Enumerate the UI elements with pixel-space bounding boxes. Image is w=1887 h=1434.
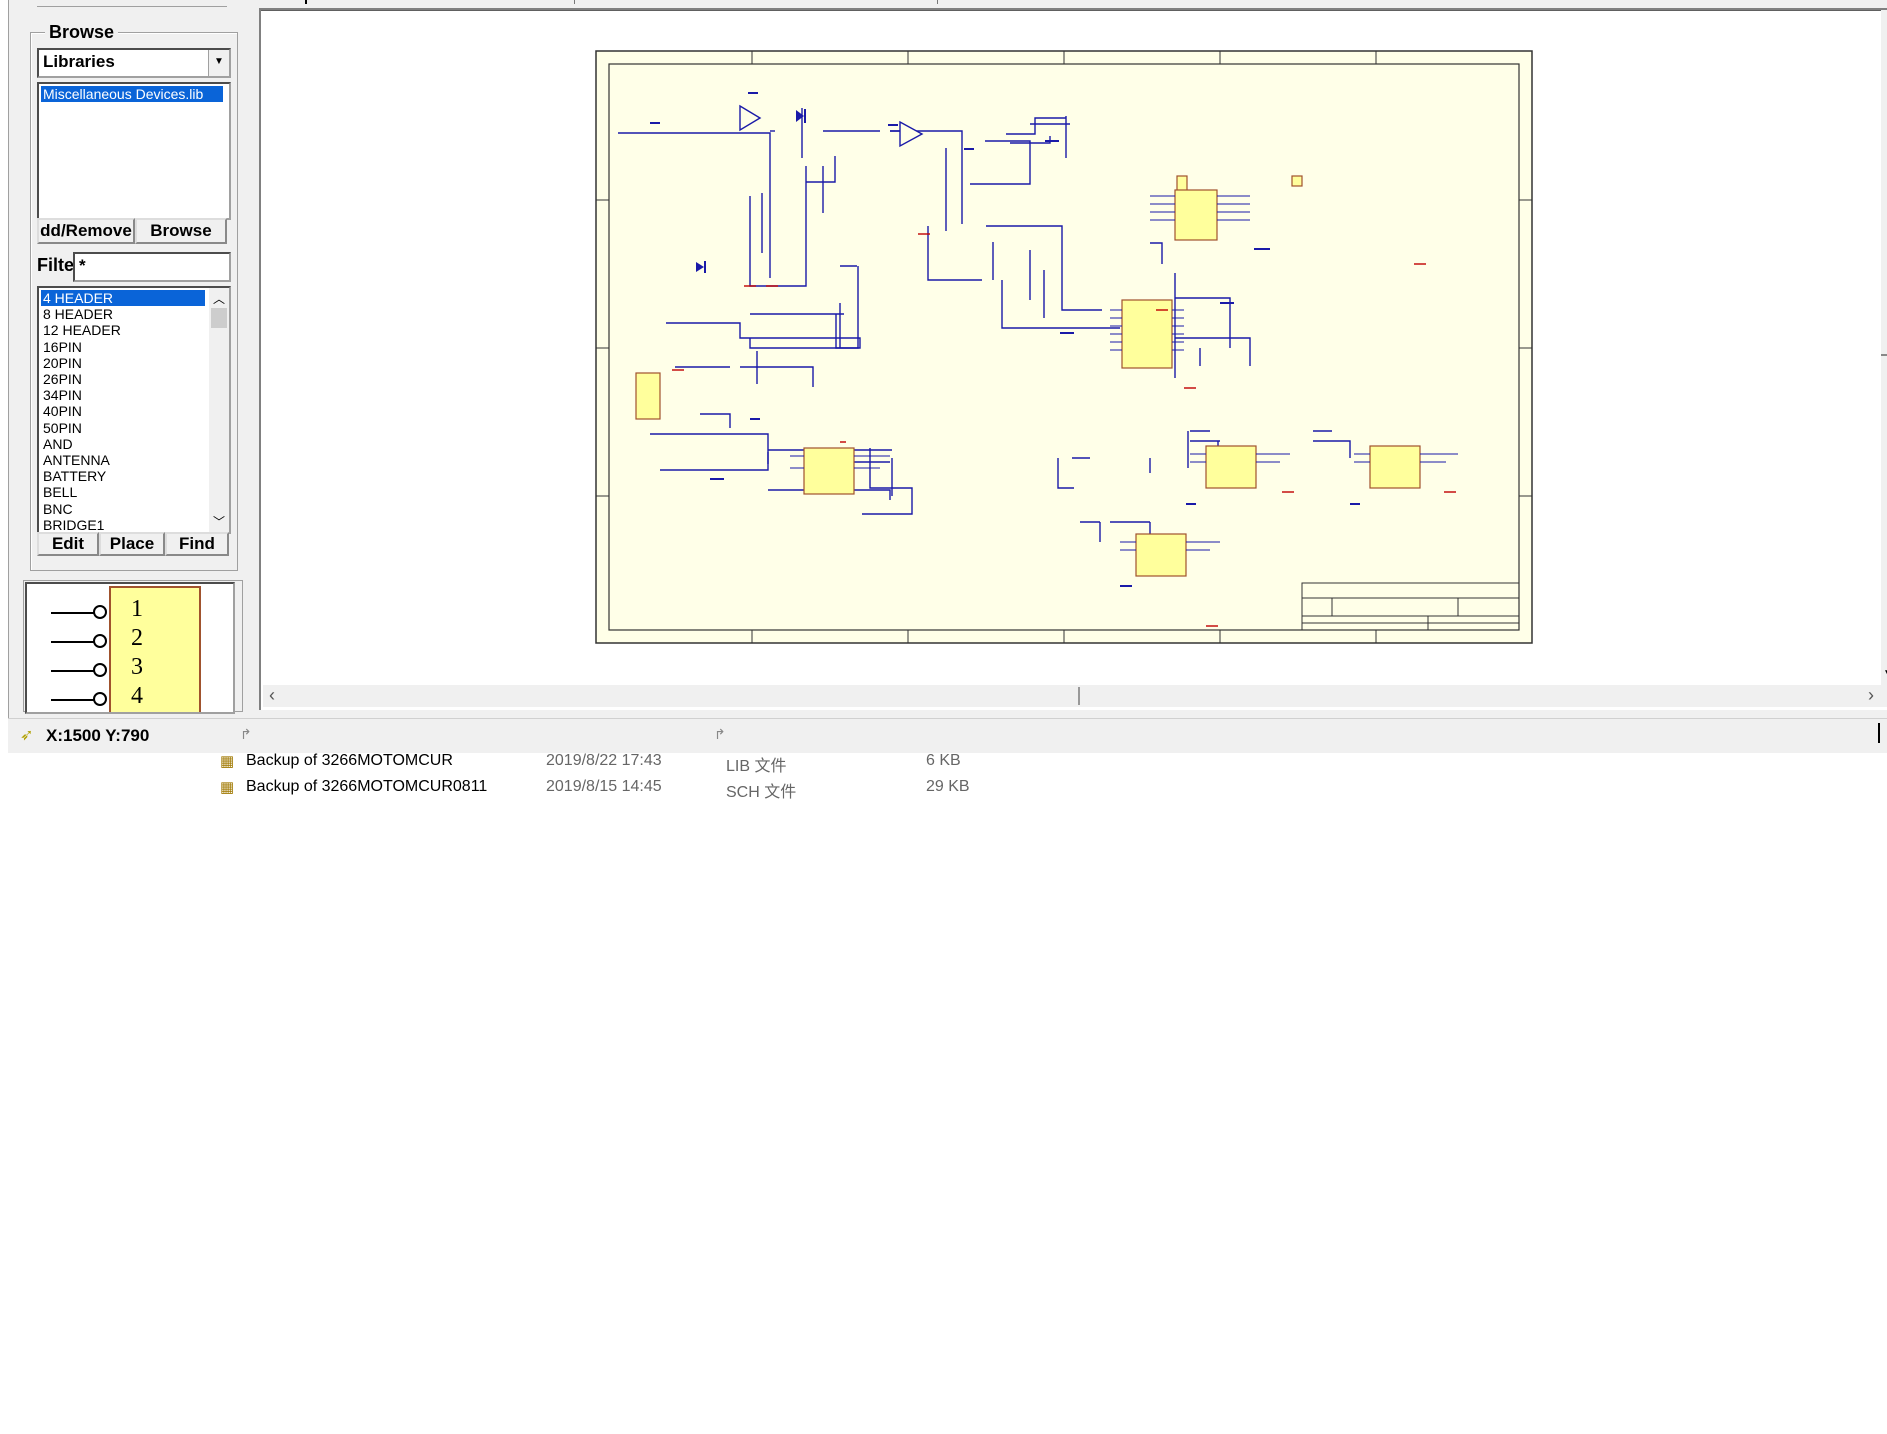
preview-pin-dot	[93, 663, 107, 677]
library-mode-select[interactable]: Libraries ▼	[37, 48, 231, 78]
tab-marker	[937, 0, 938, 4]
find-button[interactable]: Find	[165, 532, 229, 556]
canvas-horizontal-scrollbar[interactable]: ‹ ›	[263, 685, 1887, 707]
panel-tab-strip	[37, 0, 227, 7]
scroll-right-icon[interactable]: ›	[1868, 685, 1874, 706]
schematic-sheet[interactable]	[590, 48, 1590, 652]
chevron-down-icon[interactable]: ▼	[208, 50, 229, 76]
preview-pin-dot	[93, 692, 107, 706]
component-list-item[interactable]: BRIDGE1	[41, 517, 205, 532]
component-list-item[interactable]: BNC	[41, 501, 205, 517]
sheet-border	[595, 50, 1533, 644]
scroll-left-icon[interactable]: ‹	[269, 685, 275, 706]
component-list-item[interactable]: 34PIN	[41, 387, 205, 403]
preview-pin-line	[51, 670, 95, 672]
file-row[interactable]: ▦ Backup of 3266MOTOMCUR 2019/8/22 17:43 LI…	[220, 750, 980, 775]
file-date: 2019/8/15 14:45	[546, 778, 662, 795]
status-bar: ➶ X:1500 Y:790 ↱ ↱	[8, 718, 1887, 753]
tab-marker	[305, 0, 307, 4]
component-list-item[interactable]: ANTENNA	[41, 452, 205, 468]
component-list-item[interactable]: BATTERY	[41, 468, 205, 484]
preview-pin-line	[51, 641, 95, 643]
canvas-vertical-scrollbar[interactable]	[1881, 10, 1887, 686]
add-remove-button[interactable]: dd/Remove	[37, 218, 135, 244]
scroll-up-icon[interactable]: ︿	[213, 290, 225, 307]
filter-value: *	[79, 256, 86, 275]
preview-pin-number: 1	[131, 596, 143, 622]
preview-pin-number: 4	[131, 683, 143, 709]
library-list[interactable]: Miscellaneous Devices.lib	[37, 82, 231, 220]
filter-label: Filte	[37, 255, 75, 275]
coordinate-icon: ➶	[20, 727, 34, 744]
library-item[interactable]: Miscellaneous Devices.lib	[41, 86, 223, 102]
component-list-item[interactable]: 20PIN	[41, 355, 205, 371]
status-pane-icon: ↱	[714, 726, 726, 742]
file-icon: ▦	[220, 753, 235, 770]
file-size: 29 KB	[926, 778, 970, 795]
preview-pin-line	[51, 612, 95, 614]
hscroll-thumb[interactable]	[1078, 687, 1080, 705]
tab-marker	[574, 0, 575, 4]
file-size: 6 KB	[926, 752, 961, 769]
file-row[interactable]: ▦ Backup of 3266MOTOMCUR0811 2019/8/15 14:…	[220, 776, 980, 801]
component-list[interactable]: 4 HEADER 8 HEADER 12 HEADER 16PIN 20PIN 26PIN…	[37, 286, 231, 534]
component-list-item[interactable]: 12 HEADER	[41, 322, 205, 338]
edit-button[interactable]: Edit	[37, 532, 99, 556]
browse-group-label: Browse	[45, 22, 119, 43]
preview-pin-line	[51, 699, 95, 701]
preview-part-body	[109, 586, 201, 712]
preview-pin-dot	[93, 634, 107, 648]
file-icon: ▦	[220, 779, 235, 796]
component-list-item[interactable]: 26PIN	[41, 371, 205, 387]
component-list-item[interactable]: BELL	[41, 484, 205, 500]
browse-panel: Browse Libraries ▼ Miscellaneous Devices…	[23, 0, 245, 717]
resize-grip[interactable]	[1878, 723, 1880, 743]
component-list-item[interactable]: AND	[41, 436, 205, 452]
component-preview: 1 2 3 4	[25, 582, 235, 714]
component-list-item[interactable]: 4 HEADER	[41, 290, 205, 306]
preview-pin-dot	[93, 605, 107, 619]
browse-button[interactable]: Browse	[135, 218, 227, 244]
component-list-item[interactable]: 50PIN	[41, 420, 205, 436]
file-name: Backup of 3266MOTOMCUR	[246, 752, 453, 769]
component-list-item[interactable]: 8 HEADER	[41, 306, 205, 322]
filter-input[interactable]: *	[73, 252, 231, 282]
vscroll-thumb[interactable]	[1881, 354, 1887, 356]
library-mode-value: Libraries	[43, 52, 115, 71]
file-date: 2019/8/22 17:43	[546, 752, 662, 769]
scroll-down-icon[interactable]: ▼	[1883, 668, 1887, 679]
scroll-thumb[interactable]	[211, 308, 227, 328]
canvas-top-edge	[261, 10, 1887, 11]
place-button[interactable]: Place	[99, 532, 165, 556]
file-type: LIB 文件	[726, 758, 787, 775]
file-type: SCH 文件	[726, 784, 797, 801]
scroll-down-icon[interactable]: ﹀	[213, 513, 225, 530]
preview-pin-number: 3	[131, 654, 143, 680]
component-list-item[interactable]: 16PIN	[41, 339, 205, 355]
component-list-item[interactable]: 40PIN	[41, 403, 205, 419]
status-pane-icon: ↱	[240, 726, 252, 742]
preview-pin-number: 2	[131, 625, 143, 651]
file-name: Backup of 3266MOTOMCUR0811	[246, 778, 488, 795]
cursor-coordinates: X:1500 Y:790	[46, 726, 150, 745]
component-list-scrollbar[interactable]: ︿ ﹀	[209, 288, 229, 532]
